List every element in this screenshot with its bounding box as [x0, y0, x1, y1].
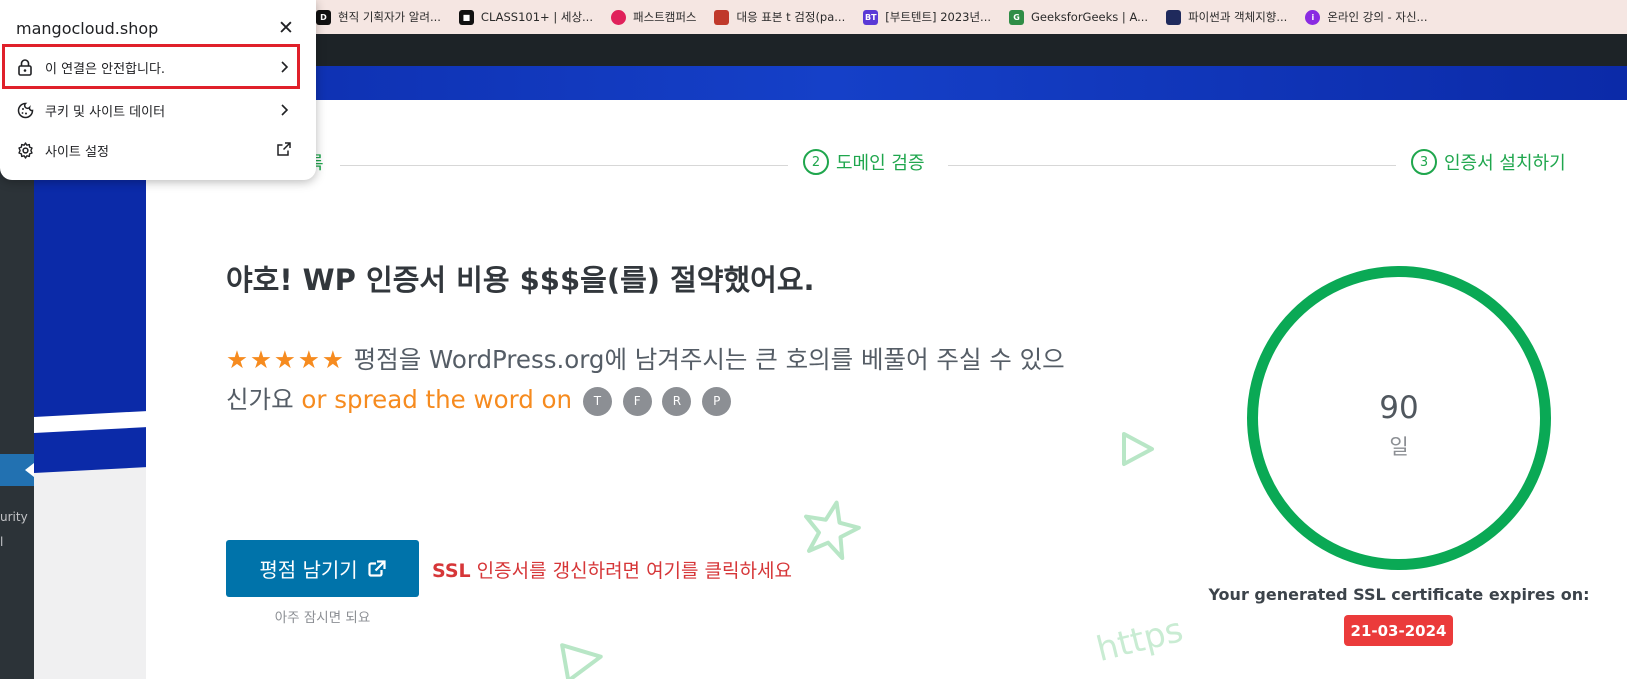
step-install-certificate: 3 인증서 설치하기 [1411, 149, 1566, 175]
sidebar-item-partial[interactable]: l [0, 535, 3, 549]
bookmark-label: 온라인 강의 - 자신... [1327, 10, 1428, 24]
bookmark-item[interactable]: 파이썬과 객체지향... [1166, 9, 1287, 25]
sidebar-current-arrow [25, 463, 34, 477]
rating-request: ★★★★★ 평점을 WordPress.org에 남겨주시는 큰 호의를 베풀어… [226, 340, 1086, 420]
site-info-popup: mangocloud.shop ✕ 이 연결은 안전합니다. 쿠키 및 사이트 … [0, 0, 316, 180]
star-outline-decoration-icon [804, 500, 861, 560]
bt-icon: BT [863, 9, 879, 25]
external-link-icon [368, 559, 386, 577]
external-link-icon [277, 142, 291, 156]
step-number: 3 [1411, 149, 1437, 175]
rate-button-subtext: 아주 잠시면 되요 [274, 610, 371, 626]
renew-ssl-text: 인증서를 갱신하려면 여기를 클릭하세요 [470, 560, 792, 582]
play-outline-decoration-icon [1122, 432, 1154, 466]
inflearn-icon: i [1305, 9, 1321, 25]
success-headline: 야호! WP 인증서 비용 $$$을(를) 절약했어요. [226, 263, 815, 297]
bookmark-label: GeeksforGeeks | A... [1031, 10, 1149, 24]
bookmark-label: 파이썬과 객체지향... [1188, 10, 1288, 24]
bookmark-label: CLASS101+ | 세상... [480, 10, 593, 24]
pinterest-share-icon[interactable]: P [702, 386, 732, 416]
cookies-site-data-item[interactable]: 쿠키 및 사이트 데이터 [0, 90, 316, 130]
step-domain-verification: 2 도메인 검증 [803, 149, 925, 175]
circle-d-icon: D [316, 9, 331, 25]
step-number: 2 [803, 149, 829, 175]
bookmark-label: 패스트캠퍼스 [633, 10, 697, 24]
bookmark-label: [부트텐트] 2023년... [885, 10, 992, 24]
bookmark-item[interactable]: G GeeksforGeeks | A... [1009, 9, 1149, 25]
gfg-icon: G [1009, 9, 1025, 25]
days-remaining-value: 90 [1379, 390, 1419, 426]
rate-button-label: 평점 남기기 [259, 558, 358, 582]
bookmark-item[interactable]: BT [부트텐트] 2023년... [863, 9, 991, 25]
reddit-share-icon[interactable]: R [662, 386, 692, 416]
gear-icon [16, 141, 34, 159]
step-connector [340, 165, 788, 166]
bookmark-item[interactable]: i 온라인 강의 - 자신... [1305, 9, 1428, 25]
blog-icon [714, 9, 730, 25]
book-icon [1166, 9, 1182, 25]
bookmark-label: 현직 기획자가 알려... [338, 10, 441, 24]
sidebar-item-security[interactable]: urity [0, 510, 28, 524]
bookmark-item[interactable]: D 현직 기획자가 알려... [316, 9, 441, 25]
banner-decoration [34, 100, 146, 679]
facebook-share-icon[interactable]: F [622, 386, 652, 416]
chevron-right-icon [281, 104, 289, 116]
fastcampus-icon [611, 9, 626, 25]
site-settings-item[interactable]: 사이트 설정 [0, 130, 316, 170]
cookies-site-data-label: 쿠키 및 사이트 데이터 [45, 104, 166, 120]
site-settings-label: 사이트 설정 [45, 144, 109, 160]
bookmark-item[interactable]: ■ CLASS101+ | 세상... [458, 9, 593, 25]
bookmark-item[interactable]: 대응 표본 t 검정(pa... [714, 9, 845, 25]
certificate-expiry-label: Your generated SSL certificate expires o… [1208, 585, 1590, 604]
days-remaining-unit: 일 [1389, 435, 1409, 459]
bookmark-label: 대응 표본 t 검정(pa... [736, 10, 846, 24]
rate-button[interactable]: 평점 남기기 [226, 540, 419, 597]
step-connector [948, 165, 1396, 166]
step-label: 도메인 검증 [836, 153, 925, 174]
step-label: 인증서 설치하기 [1444, 153, 1566, 174]
play-outline-decoration-icon [560, 643, 603, 679]
five-star-icon: ★★★★★ [226, 345, 346, 374]
bookmark-item[interactable]: 패스트캠퍼스 [611, 9, 696, 25]
twitter-share-icon[interactable]: T [582, 386, 612, 416]
popup-domain: mangocloud.shop [16, 19, 159, 38]
renew-ssl-label: SSL [432, 560, 471, 582]
renew-ssl-link[interactable]: SSL 인증서를 갱신하려면 여기를 클릭하세요 [432, 556, 792, 583]
cookie-icon [16, 101, 34, 119]
highlight-box [2, 44, 300, 89]
certificate-expiry-date: 21-03-2024 [1344, 615, 1453, 646]
class101-icon: ■ [458, 9, 474, 25]
close-icon[interactable]: ✕ [276, 17, 296, 39]
spread-word-text: or spread the word on [301, 385, 573, 414]
